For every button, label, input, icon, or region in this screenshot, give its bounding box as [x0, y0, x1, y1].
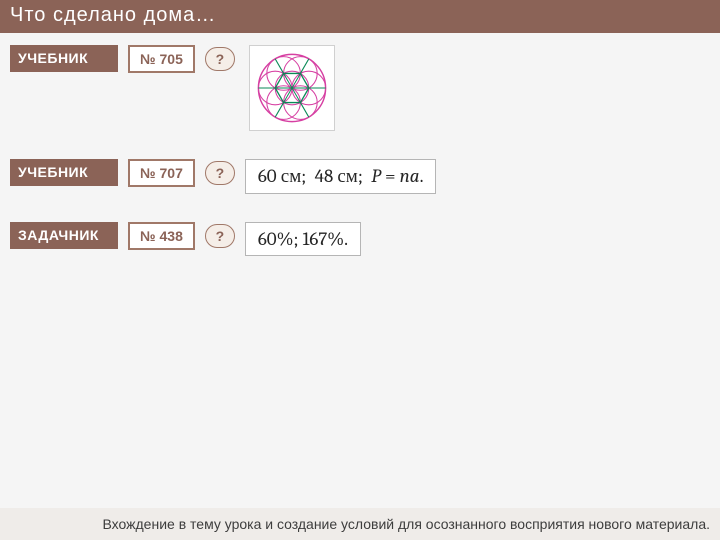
task-row: ЗАДАЧНИК № 438 ? 60%; 167%.	[10, 222, 710, 256]
task-number-badge: № 705	[128, 45, 195, 73]
content-area: УЧЕБНИК № 705 ?	[0, 33, 720, 256]
page-title: Что сделано дома…	[0, 0, 720, 33]
footer-text: Вхождение в тему урока и создание услови…	[0, 508, 720, 540]
answer-box: 60 см; 48 см; P = na.	[245, 159, 437, 194]
help-button[interactable]: ?	[205, 224, 235, 248]
task-row: УЧЕБНИК № 705 ?	[10, 45, 710, 131]
source-tag: ЗАДАЧНИК	[10, 222, 118, 249]
source-tag: УЧЕБНИК	[10, 45, 118, 72]
source-tag: УЧЕБНИК	[10, 159, 118, 186]
answer-box: 60%; 167%.	[245, 222, 361, 256]
task-number-badge: № 438	[128, 222, 195, 250]
help-button[interactable]: ?	[205, 161, 235, 185]
task-number-badge: № 707	[128, 159, 195, 187]
help-button[interactable]: ?	[205, 47, 235, 71]
task-row: УЧЕБНИК № 707 ? 60 см; 48 см; P = na.	[10, 159, 710, 194]
flower-diagram	[249, 45, 335, 131]
